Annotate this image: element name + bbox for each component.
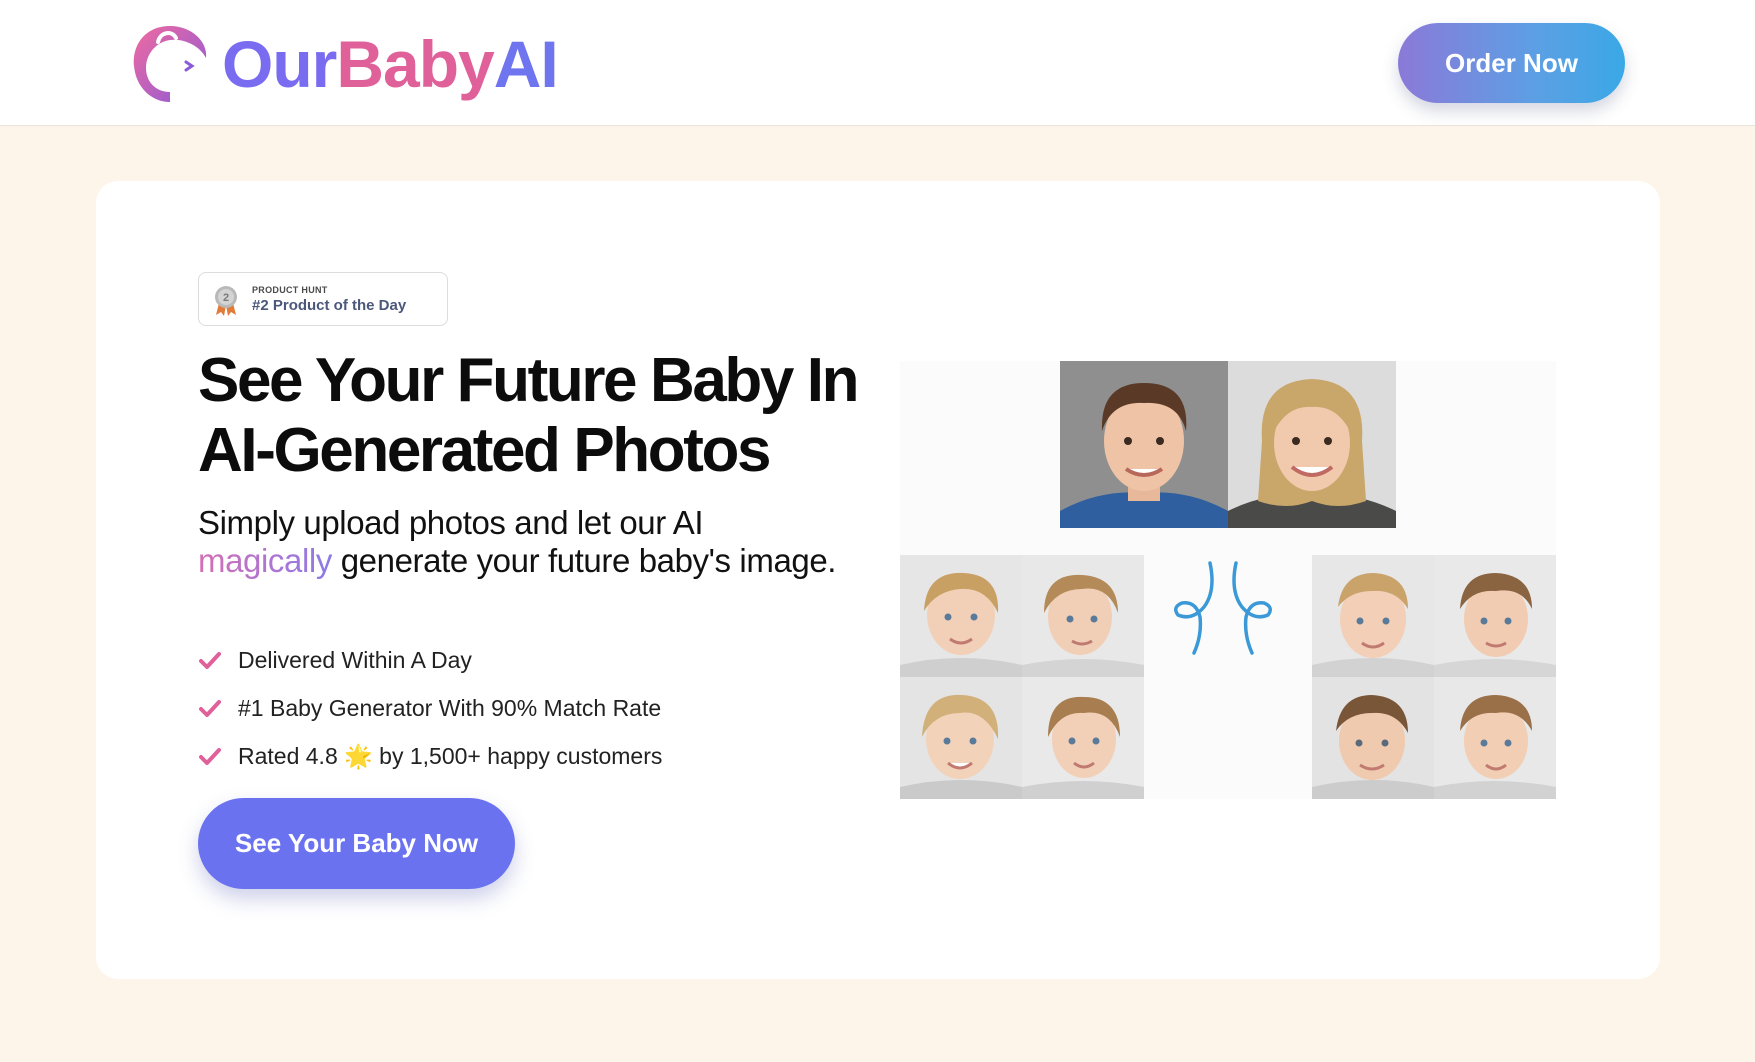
- star-emoji: 🌟: [344, 742, 373, 769]
- medal-rank: 2: [223, 292, 229, 304]
- order-now-button[interactable]: Order Now: [1398, 23, 1625, 103]
- see-your-baby-button[interactable]: See Your Baby Now: [198, 798, 515, 889]
- brand-name-baby: Baby: [336, 27, 494, 101]
- parents-to-baby-illustration: [900, 361, 1556, 799]
- feature-item: Delivered Within A Day: [198, 636, 662, 684]
- baby-boy-photo: [1434, 677, 1556, 799]
- product-hunt-badge[interactable]: 2 PRODUCT HUNT #2 Product of the Day: [198, 272, 448, 326]
- subheadline-part-2: generate your future baby's image.: [340, 542, 837, 579]
- badge-kicker: PRODUCT HUNT: [252, 285, 328, 295]
- logo-face-icon: [133, 26, 207, 102]
- brand-logo[interactable]: OurBabyAI: [128, 22, 559, 106]
- feature-text: Delivered Within A Day: [238, 646, 472, 673]
- hero-subheadline: Simply upload photos and let our AI magi…: [198, 504, 838, 580]
- site-header: OurBabyAI Order Now: [0, 0, 1755, 126]
- feature-text: #1 Baby Generator With 90% Match Rate: [238, 694, 662, 721]
- parent-photo-mother: [1228, 361, 1396, 528]
- medal-icon: 2: [215, 286, 237, 316]
- check-icon: [199, 748, 221, 765]
- brand-name: OurBabyAI: [222, 31, 559, 97]
- baby-girl-photo: [1022, 555, 1144, 677]
- subheadline-highlight: magically: [198, 542, 332, 579]
- baby-girl-photo: [1022, 677, 1144, 799]
- feature-text-customers: by 1,500+ happy customers: [379, 742, 663, 769]
- baby-girl-photo: [900, 555, 1022, 677]
- feature-item: Rated 4.8 🌟 by 1,500+ happy customers: [198, 732, 662, 780]
- check-icon: [199, 700, 221, 717]
- check-icon: [199, 652, 221, 669]
- arrows-icon: [1174, 561, 1272, 655]
- baby-boy-photo: [1312, 677, 1434, 799]
- brand-name-our: Our: [222, 27, 337, 101]
- feature-list: Delivered Within A Day #1 Baby Generator…: [198, 636, 662, 780]
- feature-item: #1 Baby Generator With 90% Match Rate: [198, 684, 662, 732]
- parent-photo-father: [1060, 361, 1228, 528]
- baby-girl-photo: [900, 677, 1022, 799]
- headline-line-1: See Your Future Baby In: [198, 346, 860, 415]
- feature-text-rating: Rated 4.8: [238, 742, 338, 769]
- badge-title: #2 Product of the Day: [252, 297, 407, 314]
- baby-boy-photo: [1312, 555, 1434, 677]
- baby-boy-photo: [1434, 555, 1556, 677]
- brand-name-ai: AI: [493, 27, 559, 101]
- subheadline-part-1: Simply upload photos and let our AI: [198, 504, 704, 541]
- headline-line-2: AI-Generated Photos: [198, 416, 771, 485]
- hero-headline: See Your Future Baby In AI-Generated Pho…: [198, 346, 878, 486]
